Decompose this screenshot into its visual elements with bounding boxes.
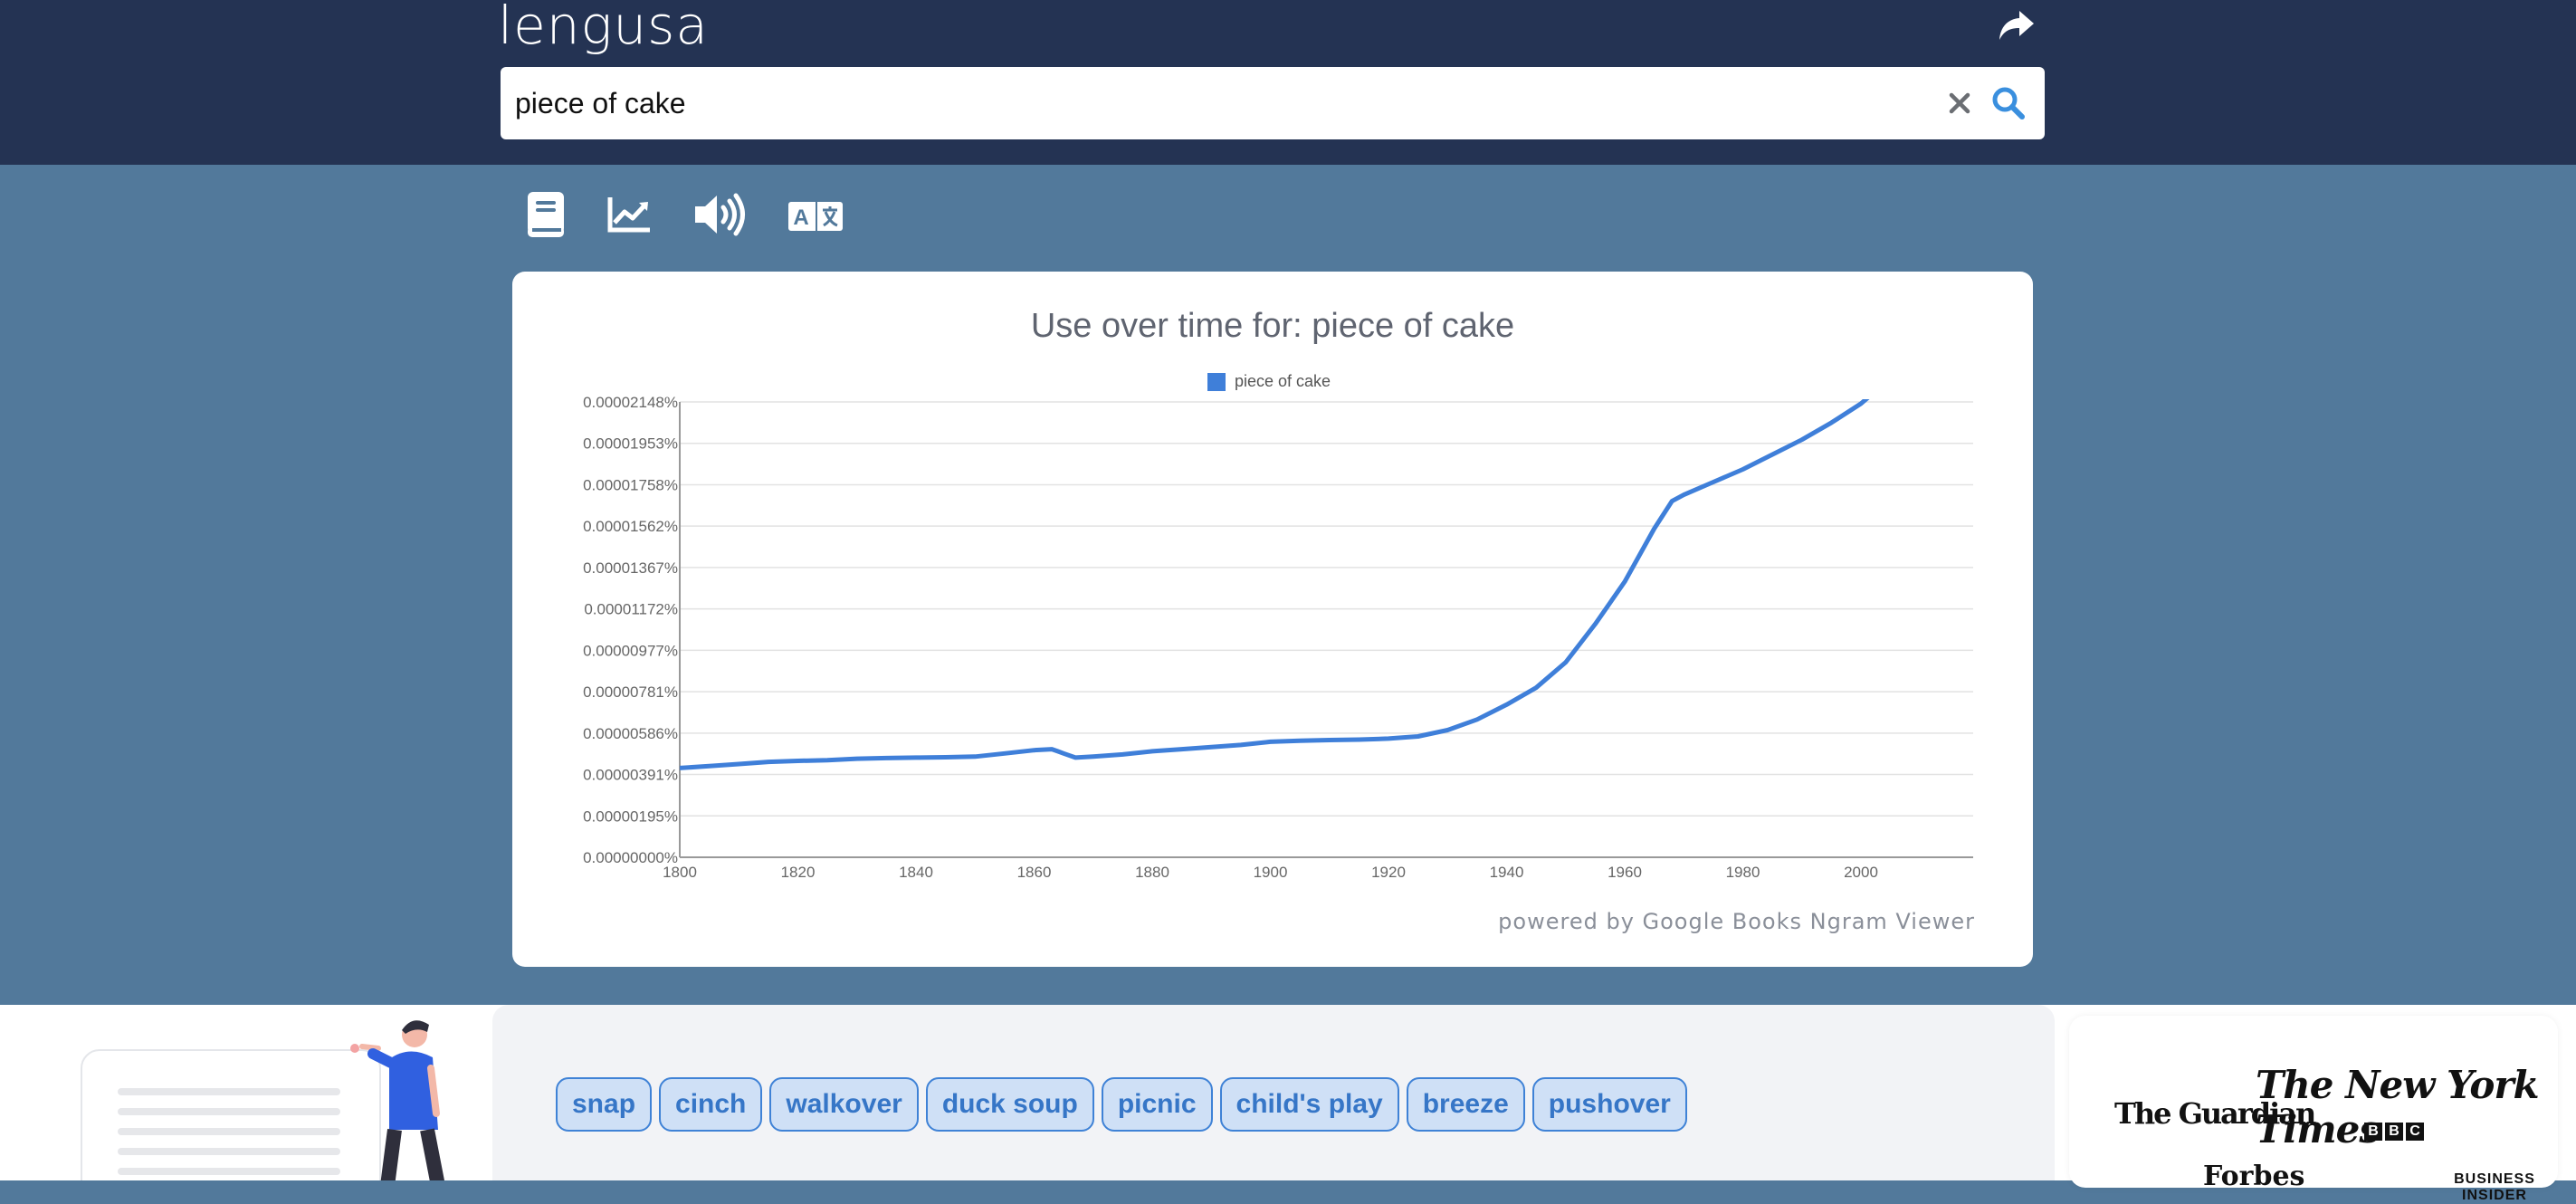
search-bar <box>501 67 2045 139</box>
x-tick-label: 1880 <box>1135 864 1169 881</box>
x-tick-label: 1820 <box>781 864 816 881</box>
legend-swatch <box>1207 373 1226 391</box>
synonym-chip[interactable]: cinch <box>659 1077 763 1132</box>
synonyms-panel: snap cinch walkover duck soup picnic child's … <box>492 1005 2055 1180</box>
app-logo[interactable]: lengusa <box>498 0 709 62</box>
book-icon[interactable] <box>525 190 567 239</box>
volume-icon[interactable] <box>693 192 748 237</box>
x-tick-label: 1920 <box>1371 864 1406 881</box>
synonym-chip[interactable]: duck soup <box>925 1077 1094 1132</box>
y-tick-label: 0.00001562% <box>583 518 678 535</box>
usage-chart: Use over time for: piece of cake0.000000… <box>583 307 1973 881</box>
x-tick-label: 1980 <box>1726 864 1760 881</box>
y-tick-label: 0.00000195% <box>583 807 678 825</box>
illustration-person-document <box>81 1020 444 1180</box>
x-tick-label: 1800 <box>663 864 697 881</box>
y-tick-label: 0.00002148% <box>583 394 678 411</box>
bbc-logo: B B C <box>2364 1123 2424 1141</box>
search-input[interactable] <box>515 80 1855 127</box>
guardian-logo: The Guardian <box>2114 1096 2316 1131</box>
y-tick-label: 0.00001758% <box>583 476 678 493</box>
ngram-card: Use over time for: piece of cake 0.000000… <box>512 272 2033 967</box>
synonym-chip[interactable]: walkover <box>769 1077 919 1132</box>
clear-icon[interactable] <box>1945 89 1974 118</box>
synonym-chip[interactable]: snap <box>556 1077 653 1132</box>
x-tick-label: 2000 <box>1844 864 1878 881</box>
y-tick-label: 0.00000781% <box>583 683 678 701</box>
synonym-chip[interactable]: breeze <box>1406 1077 1525 1132</box>
synonym-chips: snap cinch walkover duck soup picnic child's … <box>556 1077 1687 1132</box>
svg-text:A: A <box>793 205 808 230</box>
search-icon[interactable] <box>1991 86 2026 120</box>
synonym-chip[interactable]: child's play <box>1219 1077 1399 1132</box>
x-tick-label: 1960 <box>1608 864 1642 881</box>
business-insider-logo: BUSINESS INSIDER <box>2454 1171 2535 1203</box>
x-tick-label: 1900 <box>1254 864 1288 881</box>
x-tick-label: 1860 <box>1017 864 1052 881</box>
y-tick-label: 0.00001367% <box>583 559 678 577</box>
x-tick-label: 1840 <box>899 864 933 881</box>
y-tick-label: 0.00000391% <box>583 767 678 784</box>
top-header: lengusa <box>0 0 2576 165</box>
chart-line-icon[interactable] <box>606 196 652 234</box>
powered-by-text: powered by Google Books Ngram Viewer <box>1498 909 1975 934</box>
synonym-chip[interactable]: pushover <box>1531 1077 1687 1132</box>
bottom-section: snap cinch walkover duck soup picnic child's … <box>0 1005 2576 1203</box>
media-logos-panel: The New York Times The Guardian B B C Fo… <box>2069 1016 2558 1203</box>
y-tick-label: 0.00000977% <box>583 642 678 659</box>
synonym-chip[interactable]: picnic <box>1101 1077 1213 1132</box>
series-line <box>680 399 1870 770</box>
y-tick-label: 0.00000586% <box>583 725 678 742</box>
y-tick-label: 0.00001953% <box>583 435 678 453</box>
x-tick-label: 1940 <box>1490 864 1524 881</box>
share-icon[interactable] <box>1996 7 2036 43</box>
chart-title: Use over time for: piece of cake <box>1031 307 1514 345</box>
forbes-logo: Forbes <box>2203 1161 2305 1192</box>
translate-icon[interactable]: A <box>787 201 844 232</box>
y-tick-label: 0.00001172% <box>584 601 678 618</box>
legend-label: piece of cake <box>1235 372 1331 390</box>
